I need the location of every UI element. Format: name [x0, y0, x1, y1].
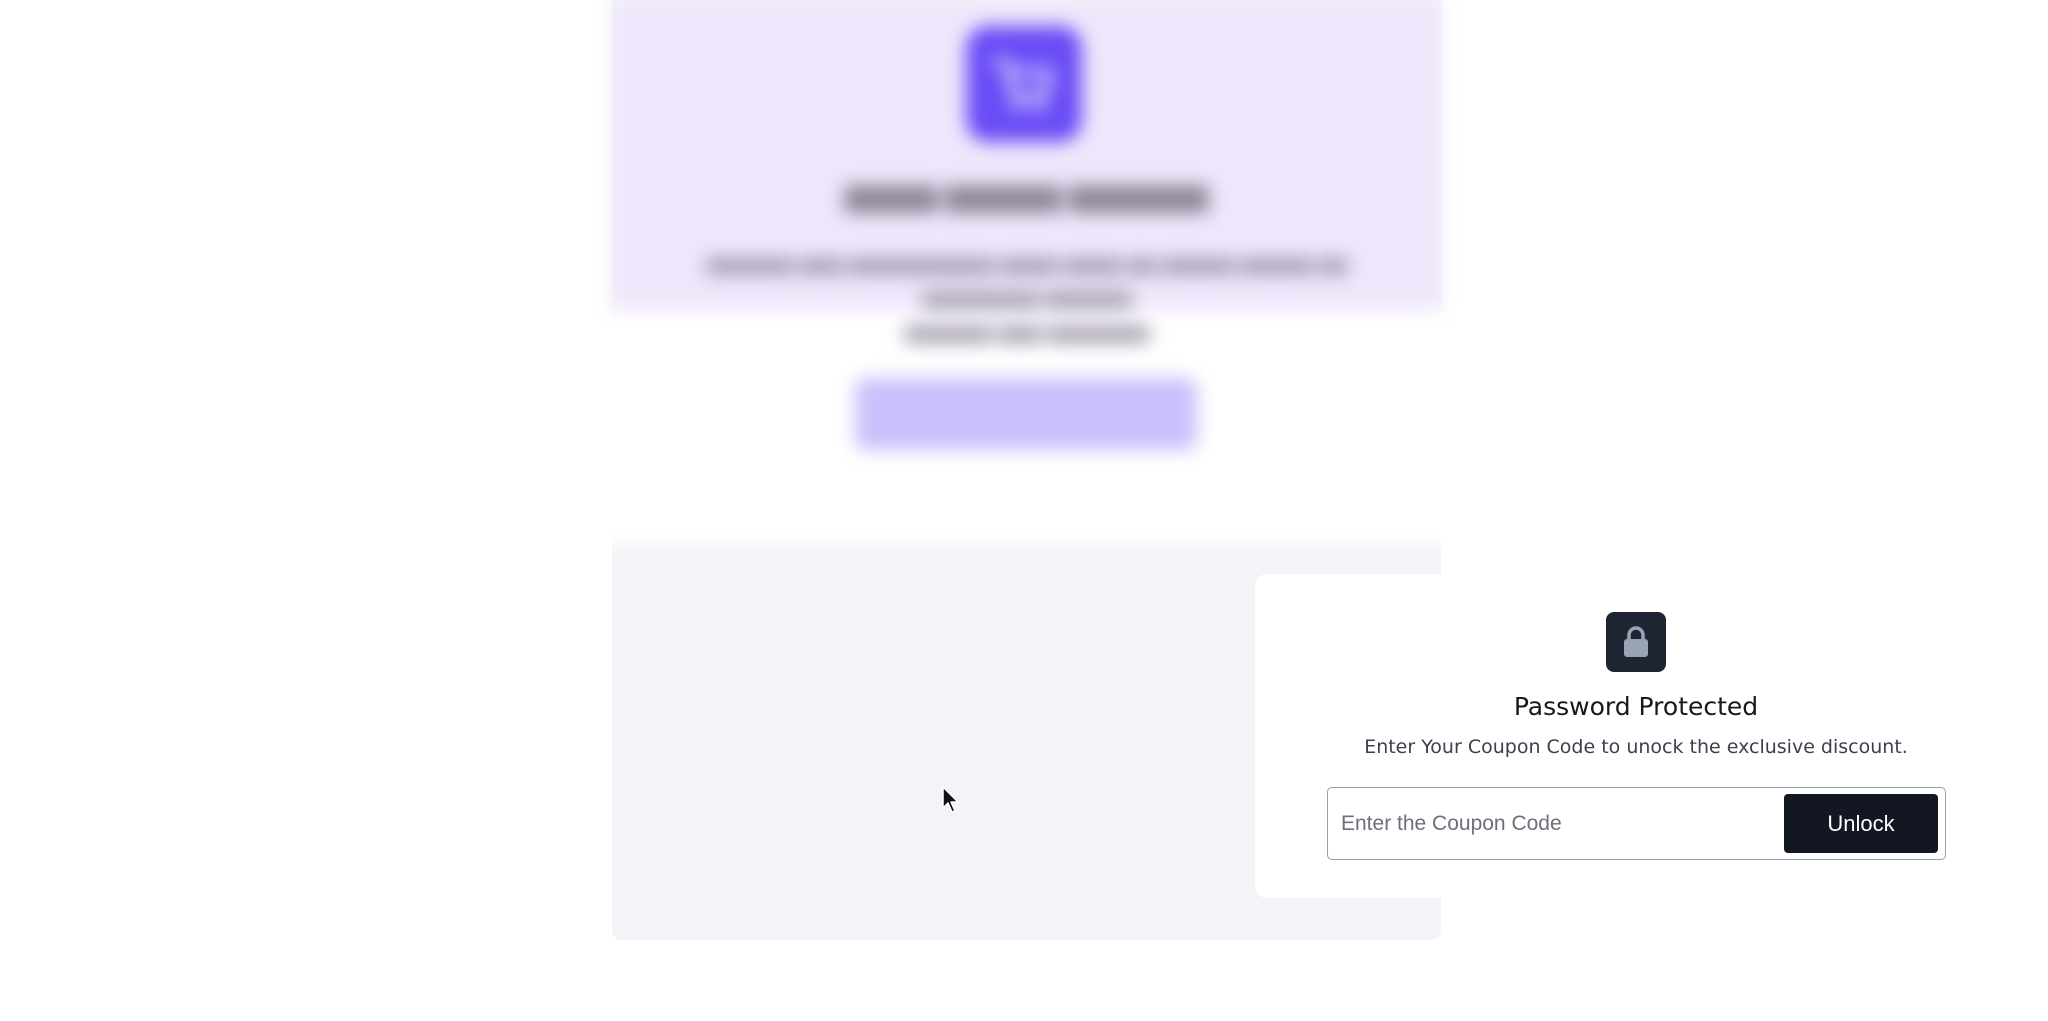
unlock-button[interactable]: Unlock [1784, 794, 1938, 853]
blurred-title: ▆▆▆▆ ▆▆▆▆▆ ▆▆▆▆▆▆ [845, 179, 1208, 212]
blurred-content: ▆▆▆▆ ▆▆▆▆▆ ▆▆▆▆▆▆ ▆▆▆▆▆▆ ▆▆▆ ▆▆▆▆▆▆▆▆▆▆ … [492, 0, 1561, 545]
lock-badge [1606, 612, 1666, 672]
password-card: Password Protected Enter Your Coupon Cod… [1255, 574, 2017, 898]
lock-icon [1624, 626, 1648, 657]
card-subtitle: Enter Your Coupon Code to unock the excl… [1364, 736, 1908, 758]
coupon-code-input[interactable] [1329, 789, 1784, 858]
mouse-cursor-icon [942, 786, 959, 813]
coupon-form: Unlock [1327, 787, 1946, 860]
locked-widget: ▆▆▆▆ ▆▆▆▆▆ ▆▆▆▆▆▆ ▆▆▆▆▆▆ ▆▆▆ ▆▆▆▆▆▆▆▆▆▆ … [492, 0, 2017, 940]
blurred-description: ▆▆▆▆▆▆ ▆▆▆ ▆▆▆▆▆▆▆▆▆▆ ▆▆▆▆ ▆▆▆▆ ▆▆ ▆▆▆▆▆… [706, 254, 1348, 343]
cart-icon [993, 59, 1053, 111]
blurred-logo [966, 26, 1082, 142]
card-title: Password Protected [1513, 692, 1759, 721]
blurred-cta-button [855, 378, 1197, 450]
